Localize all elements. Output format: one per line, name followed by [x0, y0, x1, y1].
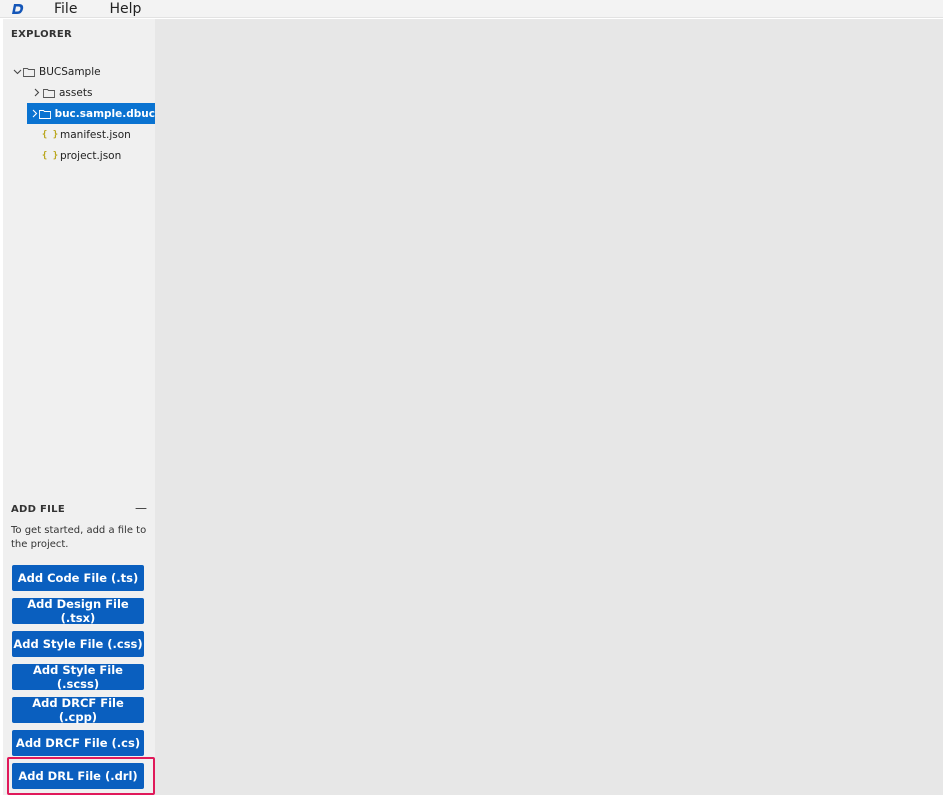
tree-item-buc-sample-dbuc[interactable]: buc.sample.dbuc [27, 103, 155, 124]
add-file-title: ADD FILE [11, 504, 65, 515]
file-tree: BUCSample assets buc.sample.dbuc {} man… [3, 61, 155, 166]
chevron-right-icon[interactable] [31, 88, 43, 97]
app-window: File Help EXPLORER BUCSample assets buc.… [0, 0, 943, 795]
tree-item-label: BUCSample [39, 65, 101, 78]
add-file-header: ADD FILE — [3, 501, 155, 517]
d-logo-icon [12, 3, 24, 14]
tree-item-label: manifest.json [60, 128, 131, 141]
tree-item-label: project.json [60, 149, 122, 162]
menu-help[interactable]: Help [109, 1, 141, 17]
editor-area [155, 19, 943, 795]
menu-bar: File Help [0, 0, 943, 18]
chevron-down-icon[interactable] [11, 69, 23, 75]
explorer-title: EXPLORER [11, 29, 73, 40]
tree-item-assets[interactable]: assets [3, 82, 155, 103]
tree-item-bucsample[interactable]: BUCSample [3, 61, 155, 82]
add-style-css-button[interactable]: Add Style File (.css) [12, 631, 144, 657]
tree-item-label: assets [59, 86, 93, 99]
folder-icon [38, 109, 51, 119]
add-file-description: To get started, add a file to the projec… [11, 525, 147, 550]
tree-item-label: buc.sample.dbuc [54, 107, 155, 120]
json-file-icon: { } [41, 129, 59, 140]
json-file-icon: { } [41, 150, 59, 161]
sidebar: EXPLORER BUCSample assets buc.sample.dbu… [3, 19, 155, 795]
collapse-icon[interactable]: — [135, 501, 147, 515]
chevron-right-icon[interactable] [31, 109, 39, 118]
add-design-file-button[interactable]: Add Design File (.tsx) [12, 597, 144, 625]
add-drl-file-button[interactable]: Add DRL File (.drl) [12, 763, 144, 789]
add-code-file-button[interactable]: Add Code File (.ts) [12, 565, 144, 591]
add-style-scss-button[interactable]: Add Style File (.scss) [12, 663, 144, 691]
folder-icon [23, 67, 35, 77]
add-drcf-cs-button[interactable]: Add DRCF File (.cs) [12, 730, 144, 756]
menu-file[interactable]: File [54, 1, 77, 17]
folder-icon [43, 88, 55, 98]
tree-item-manifest-json[interactable]: { } manifest.json [3, 124, 155, 145]
tree-item-project-json[interactable]: { } project.json [3, 145, 155, 166]
add-drcf-cpp-button[interactable]: Add DRCF File (.cpp) [12, 696, 144, 724]
